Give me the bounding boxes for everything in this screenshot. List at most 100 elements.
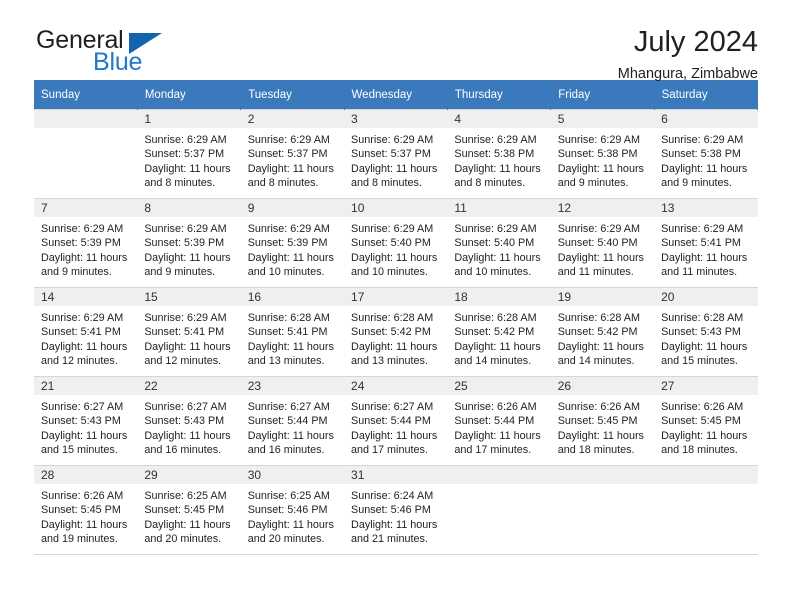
calendar-cell-empty: [34, 109, 138, 199]
sunrise-text: Sunrise: 6:29 AM: [351, 134, 434, 146]
sunrise-text: Sunrise: 6:26 AM: [454, 401, 537, 413]
calendar-day-cell[interactable]: 24 Sunrise: 6:27 AM Sunset: 5:44 PM Dayligh…: [344, 376, 448, 466]
calendar-day-cell[interactable]: 28 Sunrise: 6:26 AM Sunset: 5:45 PM Dayligh…: [34, 465, 138, 555]
daylight-text: and 9 minutes.: [41, 265, 112, 278]
daylight-text: Daylight: 11 hours: [351, 162, 438, 175]
sunrise-text: Sunrise: 6:25 AM: [247, 490, 330, 502]
daylight-text: and 10 minutes.: [351, 265, 428, 278]
calendar-day-cell[interactable]: 16 Sunrise: 6:28 AM Sunset: 5:41 PM Dayligh…: [240, 287, 345, 377]
daylight-text: and 14 minutes.: [454, 354, 532, 367]
daylight-text: Daylight: 11 hours: [144, 518, 231, 531]
sunset-text: Sunset: 5:44 PM: [351, 415, 431, 428]
daylight-text: Daylight: 11 hours: [41, 340, 128, 353]
calendar-day-cell[interactable]: 4 Sunrise: 6:29 AM Sunset: 5:38 PM Daylight…: [447, 109, 551, 199]
sunrise-text: Sunrise: 6:28 AM: [557, 312, 640, 324]
calendar-day-cell[interactable]: 10 Sunrise: 6:29 AM Sunset: 5:40 PM Dayligh…: [344, 198, 448, 288]
day-number: 6: [654, 110, 758, 128]
calendar-day-cell[interactable]: 31 Sunrise: 6:24 AM Sunset: 5:46 PM Dayligh…: [344, 465, 448, 555]
daylight-text: Daylight: 11 hours: [661, 162, 748, 175]
weekday-header-thursday: Thursday: [447, 80, 552, 110]
calendar-day-cell[interactable]: 12 Sunrise: 6:29 AM Sunset: 5:40 PM Dayligh…: [550, 198, 655, 288]
calendar-day-cell[interactable]: 5 Sunrise: 6:29 AM Sunset: 5:38 PM Daylight…: [550, 109, 655, 199]
calendar-day-cell[interactable]: 15 Sunrise: 6:29 AM Sunset: 5:41 PM Dayligh…: [137, 287, 241, 377]
day-details: Sunrise: 6:28 AM Sunset: 5:42 PM Daylight:…: [344, 306, 447, 368]
day-number: 5: [550, 110, 655, 128]
calendar-day-cell[interactable]: 3 Sunrise: 6:29 AM Sunset: 5:37 PM Daylight…: [344, 109, 448, 199]
calendar-day-cell[interactable]: 6 Sunrise: 6:29 AM Sunset: 5:38 PM Daylight…: [654, 109, 758, 199]
calendar-day-cell[interactable]: 14 Sunrise: 6:29 AM Sunset: 5:41 PM Dayligh…: [34, 287, 138, 377]
calendar-day-cell[interactable]: 25 Sunrise: 6:26 AM Sunset: 5:44 PM Dayligh…: [447, 376, 551, 466]
day-details: Sunrise: 6:29 AM Sunset: 5:37 PM Daylight:…: [241, 128, 344, 190]
sunrise-text: Sunrise: 6:27 AM: [41, 401, 124, 413]
calendar-day-cell[interactable]: 27 Sunrise: 6:26 AM Sunset: 5:45 PM Dayligh…: [654, 376, 758, 466]
day-details: Sunrise: 6:29 AM Sunset: 5:40 PM Daylight:…: [551, 217, 654, 279]
day-details: Sunrise: 6:28 AM Sunset: 5:43 PM Daylight:…: [654, 306, 757, 368]
calendar-day-cell[interactable]: 9 Sunrise: 6:29 AM Sunset: 5:39 PM Daylight…: [240, 198, 345, 288]
calendar-day-cell[interactable]: 11 Sunrise: 6:29 AM Sunset: 5:40 PM Dayligh…: [447, 198, 551, 288]
sunset-text: Sunset: 5:38 PM: [661, 148, 741, 161]
sunset-text: Sunset: 5:45 PM: [661, 415, 741, 428]
sunrise-text: Sunrise: 6:28 AM: [661, 312, 744, 324]
calendar-day-cell[interactable]: 26 Sunrise: 6:26 AM Sunset: 5:45 PM Dayligh…: [550, 376, 655, 466]
daylight-text: and 13 minutes.: [351, 354, 428, 367]
calendar-day-cell[interactable]: 7 Sunrise: 6:29 AM Sunset: 5:39 PM Daylight…: [34, 198, 138, 288]
day-number: 12: [550, 199, 655, 217]
daylight-text: and 13 minutes.: [247, 354, 325, 367]
day-number: 15: [137, 288, 241, 306]
sunset-text: Sunset: 5:42 PM: [351, 326, 431, 339]
daylight-text: and 12 minutes.: [41, 354, 118, 367]
sunset-text: Sunset: 5:40 PM: [557, 237, 638, 250]
calendar-cell-empty: [447, 465, 551, 555]
sunset-text: Sunset: 5:38 PM: [557, 148, 638, 161]
day-number: 31: [344, 466, 448, 484]
daylight-text: and 17 minutes.: [351, 443, 428, 456]
daylight-text: and 18 minutes.: [557, 443, 635, 456]
daylight-text: and 15 minutes.: [661, 354, 738, 367]
weekday-header-saturday: Saturday: [654, 80, 759, 110]
sunrise-text: Sunrise: 6:29 AM: [661, 134, 744, 146]
calendar-day-cell[interactable]: 20 Sunrise: 6:28 AM Sunset: 5:43 PM Dayligh…: [654, 287, 758, 377]
day-number: 21: [34, 377, 138, 395]
calendar-day-cell[interactable]: 2 Sunrise: 6:29 AM Sunset: 5:37 PM Daylight…: [240, 109, 345, 199]
sunrise-text: Sunrise: 6:29 AM: [144, 223, 227, 235]
daylight-text: and 16 minutes.: [247, 443, 325, 456]
day-details: Sunrise: 6:26 AM Sunset: 5:45 PM Daylight:…: [34, 484, 137, 546]
sunrise-text: Sunrise: 6:29 AM: [661, 223, 744, 235]
sunrise-text: Sunrise: 6:24 AM: [351, 490, 434, 502]
day-number: 19: [550, 288, 655, 306]
sunset-text: Sunset: 5:40 PM: [454, 237, 535, 250]
daylight-text: Daylight: 11 hours: [557, 251, 644, 264]
calendar-day-cell[interactable]: 22 Sunrise: 6:27 AM Sunset: 5:43 PM Dayligh…: [137, 376, 241, 466]
calendar-day-cell[interactable]: 13 Sunrise: 6:29 AM Sunset: 5:41 PM Dayligh…: [654, 198, 758, 288]
calendar-day-cell[interactable]: 21 Sunrise: 6:27 AM Sunset: 5:43 PM Dayligh…: [34, 376, 138, 466]
day-details: Sunrise: 6:26 AM Sunset: 5:45 PM Daylight:…: [654, 395, 757, 457]
calendar-day-cell[interactable]: 30 Sunrise: 6:25 AM Sunset: 5:46 PM Dayligh…: [240, 465, 345, 555]
calendar-day-cell[interactable]: 19 Sunrise: 6:28 AM Sunset: 5:42 PM Dayligh…: [550, 287, 655, 377]
day-number: 7: [34, 199, 138, 217]
calendar-day-cell[interactable]: 29 Sunrise: 6:25 AM Sunset: 5:45 PM Dayligh…: [137, 465, 241, 555]
calendar-cell-empty: [654, 465, 758, 555]
general-blue-logo[interactable]: General Blue: [34, 26, 234, 78]
sunset-text: Sunset: 5:46 PM: [351, 504, 431, 517]
sunset-text: Sunset: 5:41 PM: [41, 326, 121, 339]
day-number: 22: [137, 377, 241, 395]
day-number: 11: [447, 199, 551, 217]
calendar-day-cell[interactable]: 18 Sunrise: 6:28 AM Sunset: 5:42 PM Dayligh…: [447, 287, 551, 377]
sunrise-text: Sunrise: 6:28 AM: [351, 312, 434, 324]
sunrise-text: Sunrise: 6:25 AM: [144, 490, 227, 502]
day-details: Sunrise: 6:29 AM Sunset: 5:40 PM Daylight:…: [344, 217, 447, 279]
sunset-text: Sunset: 5:39 PM: [41, 237, 121, 250]
daylight-text: Daylight: 11 hours: [557, 429, 644, 442]
day-details: Sunrise: 6:28 AM Sunset: 5:42 PM Daylight:…: [551, 306, 654, 368]
sunrise-text: Sunrise: 6:29 AM: [557, 223, 640, 235]
calendar-day-cell[interactable]: 17 Sunrise: 6:28 AM Sunset: 5:42 PM Dayligh…: [344, 287, 448, 377]
calendar-day-cell[interactable]: 8 Sunrise: 6:29 AM Sunset: 5:39 PM Daylight…: [137, 198, 241, 288]
calendar-header-row: Sunday Monday Tuesday Wednesday Thursday…: [34, 80, 759, 110]
daylight-text: and 21 minutes.: [351, 532, 428, 545]
sunset-text: Sunset: 5:46 PM: [247, 504, 328, 517]
calendar-day-cell[interactable]: 1 Sunrise: 6:29 AM Sunset: 5:37 PM Daylight…: [137, 109, 241, 199]
day-details: Sunrise: 6:29 AM Sunset: 5:39 PM Daylight:…: [241, 217, 344, 279]
day-number: 16: [240, 288, 345, 306]
calendar-day-cell[interactable]: 23 Sunrise: 6:27 AM Sunset: 5:44 PM Dayligh…: [240, 376, 345, 466]
daylight-text: and 11 minutes.: [557, 265, 634, 278]
